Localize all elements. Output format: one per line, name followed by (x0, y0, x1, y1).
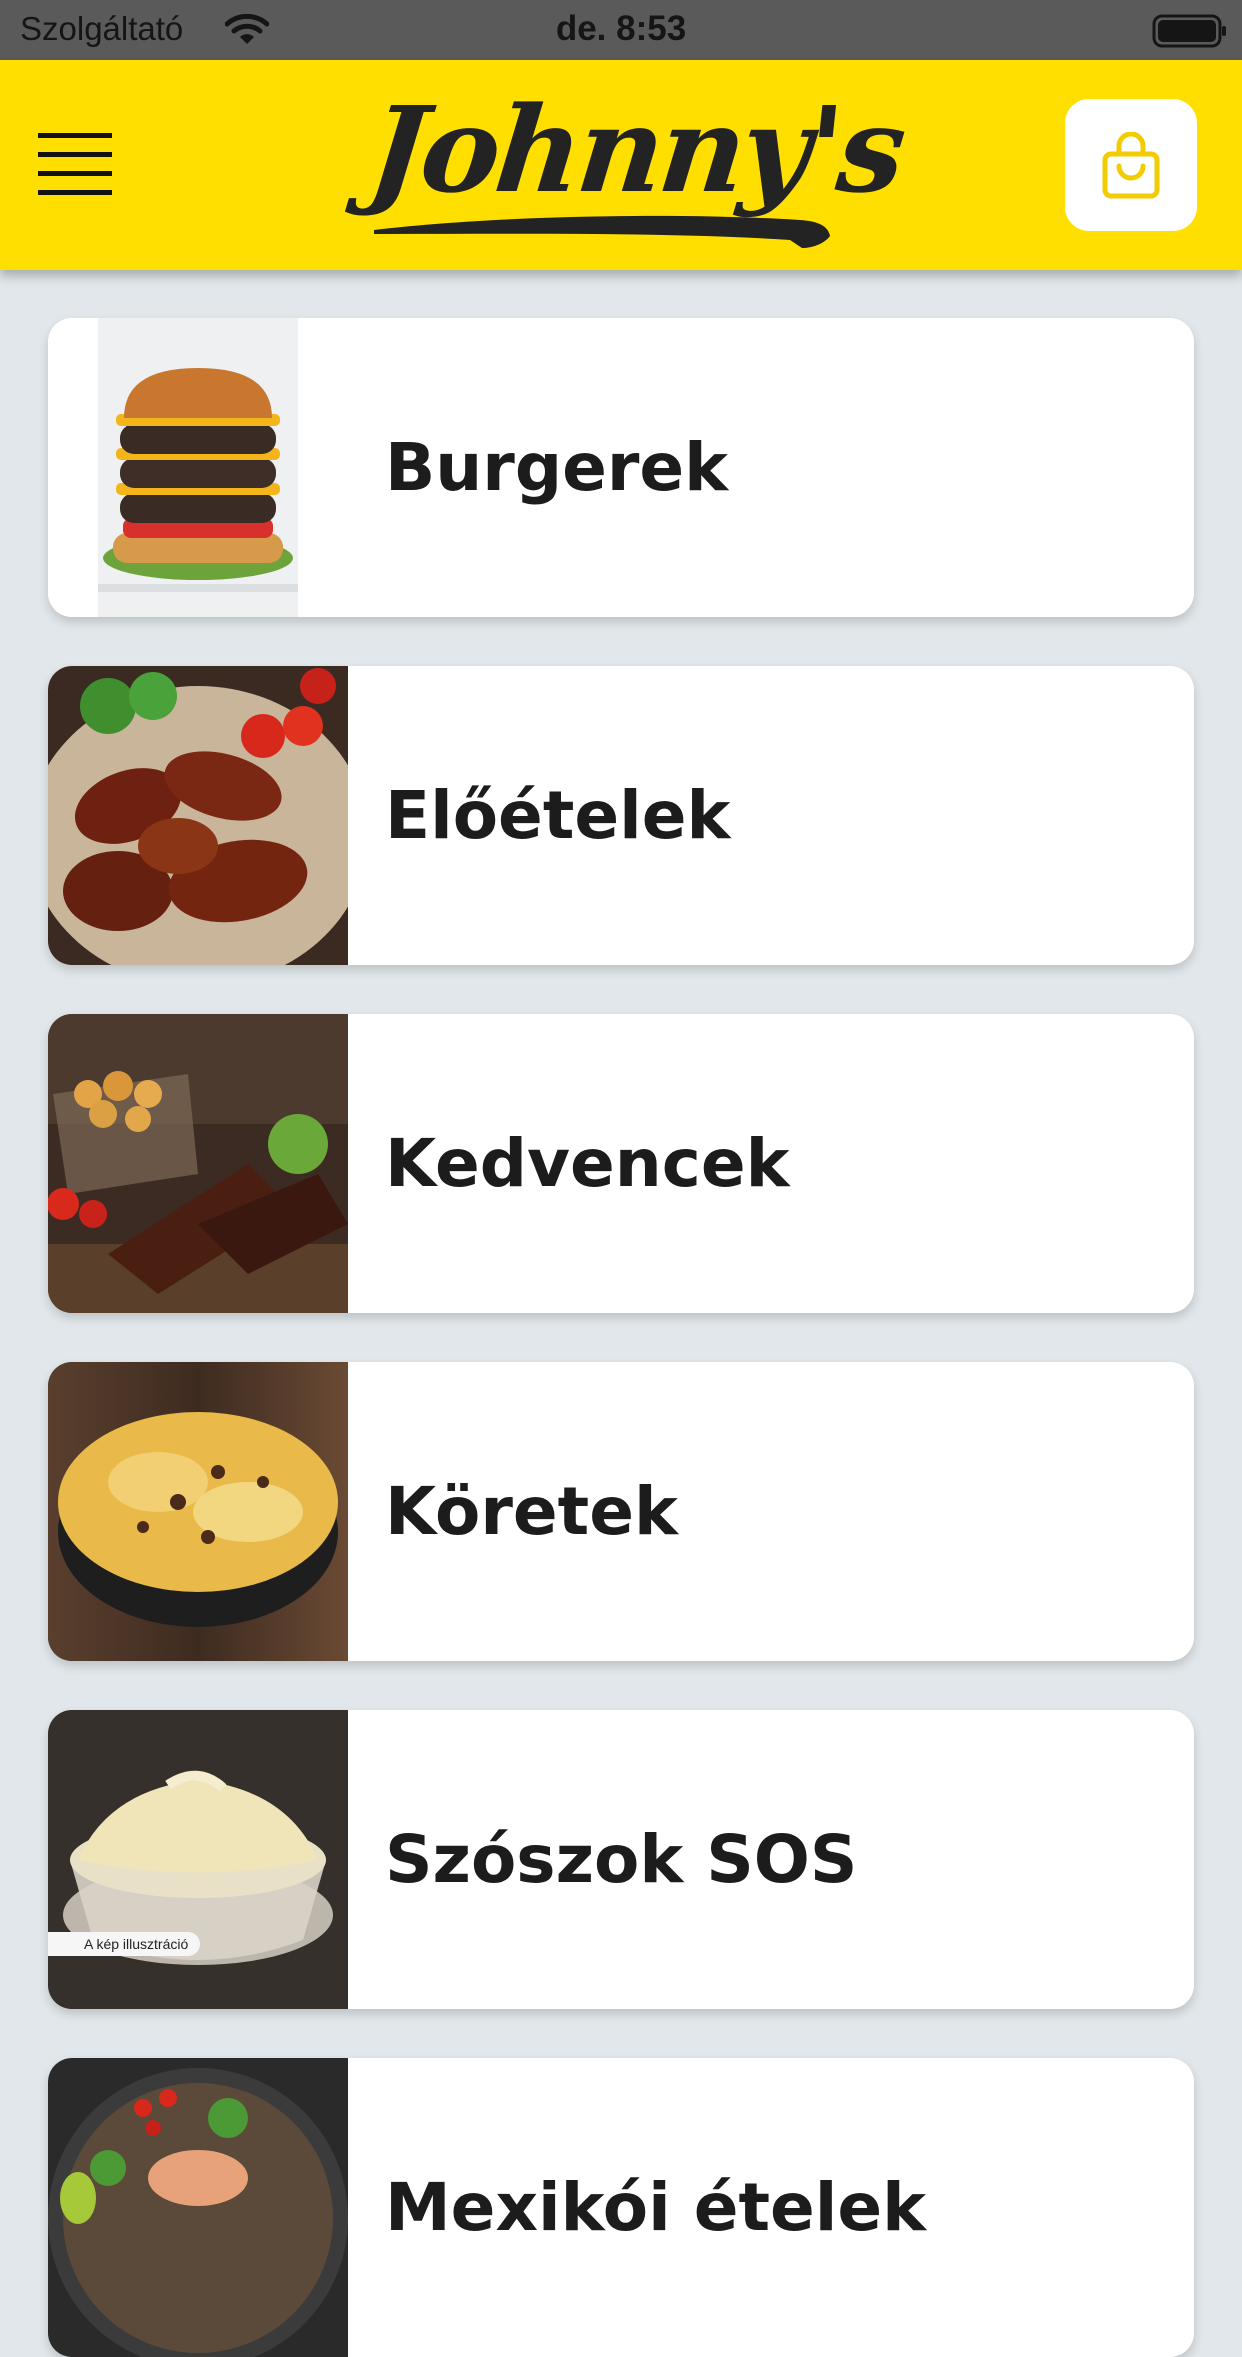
shopping-bag-icon (1102, 132, 1160, 199)
cart-button[interactable] (1065, 99, 1197, 231)
illustration-badge: A kép illusztráció (48, 1932, 201, 1956)
menu-button[interactable] (38, 133, 112, 195)
category-card-eloetelek[interactable]: Előételek (48, 666, 1194, 965)
burger-image (48, 318, 348, 617)
category-label: Kedvencek (385, 1125, 790, 1202)
app-header: Johnny's (0, 60, 1242, 270)
category-card-kedvencek[interactable]: Kedvencek (48, 1014, 1194, 1313)
logo-swoosh (374, 215, 830, 248)
category-label: Előételek (385, 777, 731, 854)
status-time: de. 8:53 (555, 9, 687, 48)
cheese-fries-image (48, 1362, 348, 1661)
ribs-image (48, 1014, 348, 1313)
category-card-burgerek[interactable]: Burgerek (48, 318, 1194, 617)
category-label: Szószok SOS (385, 1821, 858, 1898)
category-card-szoszok-sos[interactable]: A kép illusztráció Szószok SOS (48, 1710, 1194, 2009)
johnnys-logo: Johnny's (363, 76, 908, 256)
battery-icon (1152, 14, 1226, 48)
category-label: Burgerek (385, 429, 729, 506)
category-label: Köretek (385, 1473, 678, 1550)
chicken-wings-image (48, 666, 348, 965)
status-bar: Szolgáltató de. 8:53 (0, 0, 1242, 60)
sauce-image: A kép illusztráció (48, 1710, 348, 2009)
category-card-koretek[interactable]: Köretek (48, 1362, 1194, 1661)
